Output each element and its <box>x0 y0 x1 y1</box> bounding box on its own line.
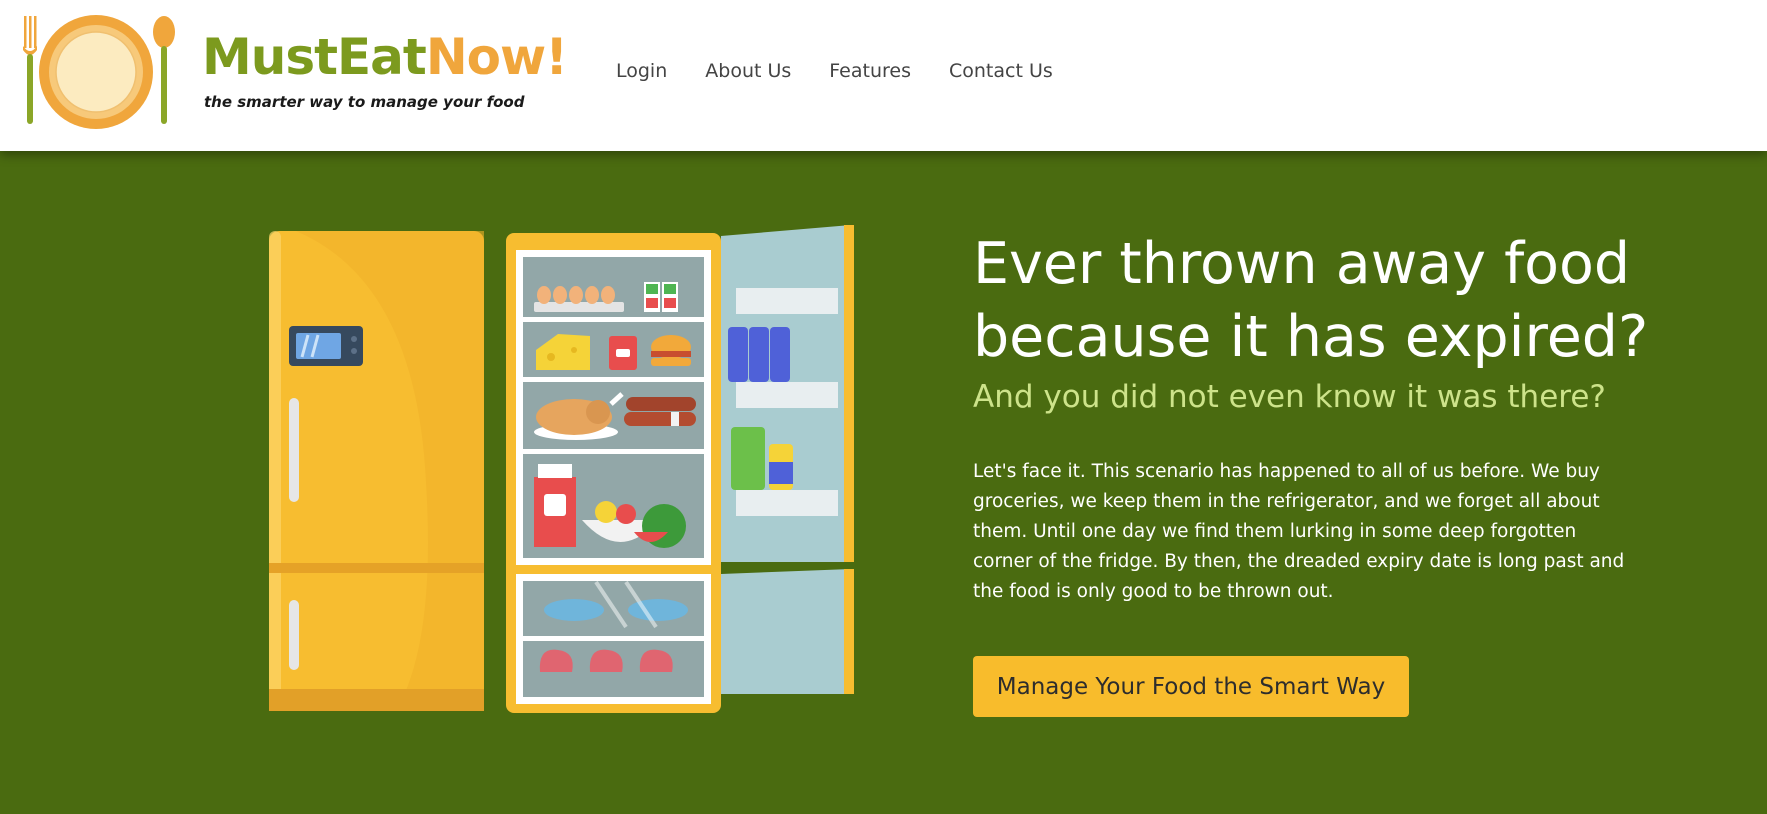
nav-login[interactable]: Login <box>616 60 667 82</box>
brand-name-now: Now! <box>425 28 568 86</box>
nav-contact-us[interactable]: Contact Us <box>949 60 1053 82</box>
plate-icon <box>23 15 175 129</box>
hero-title: Ever thrown away food because it has exp… <box>973 231 1649 370</box>
nav-about-us[interactable]: About Us <box>705 60 791 82</box>
brand-logo-link[interactable]: MustEatNow! the smarter way to manage yo… <box>16 10 568 134</box>
spoon-icon <box>153 16 175 124</box>
manage-food-cta-button[interactable]: Manage Your Food the Smart Way <box>973 656 1409 717</box>
brand-name: MustEatNow! <box>202 32 568 82</box>
fridge-open-body <box>506 233 721 713</box>
open-refrigerator-illustration <box>269 225 854 713</box>
fork-icon <box>23 16 37 124</box>
main-nav: Login About Us Features Contact Us <box>616 60 1053 82</box>
hero-body-text: Let's face it. This scenario has happene… <box>973 461 1625 602</box>
brand-name-must-eat: MustEat <box>202 28 427 86</box>
brand-tagline: the smarter way to manage your food <box>204 93 525 111</box>
nav-features[interactable]: Features <box>829 60 911 82</box>
fridge-open-door <box>721 225 854 694</box>
fridge-left-unit <box>269 231 484 711</box>
navbar: MustEatNow! the smarter way to manage yo… <box>0 0 1767 151</box>
hero-subtitle: And you did not even know it was there? <box>973 379 1606 415</box>
